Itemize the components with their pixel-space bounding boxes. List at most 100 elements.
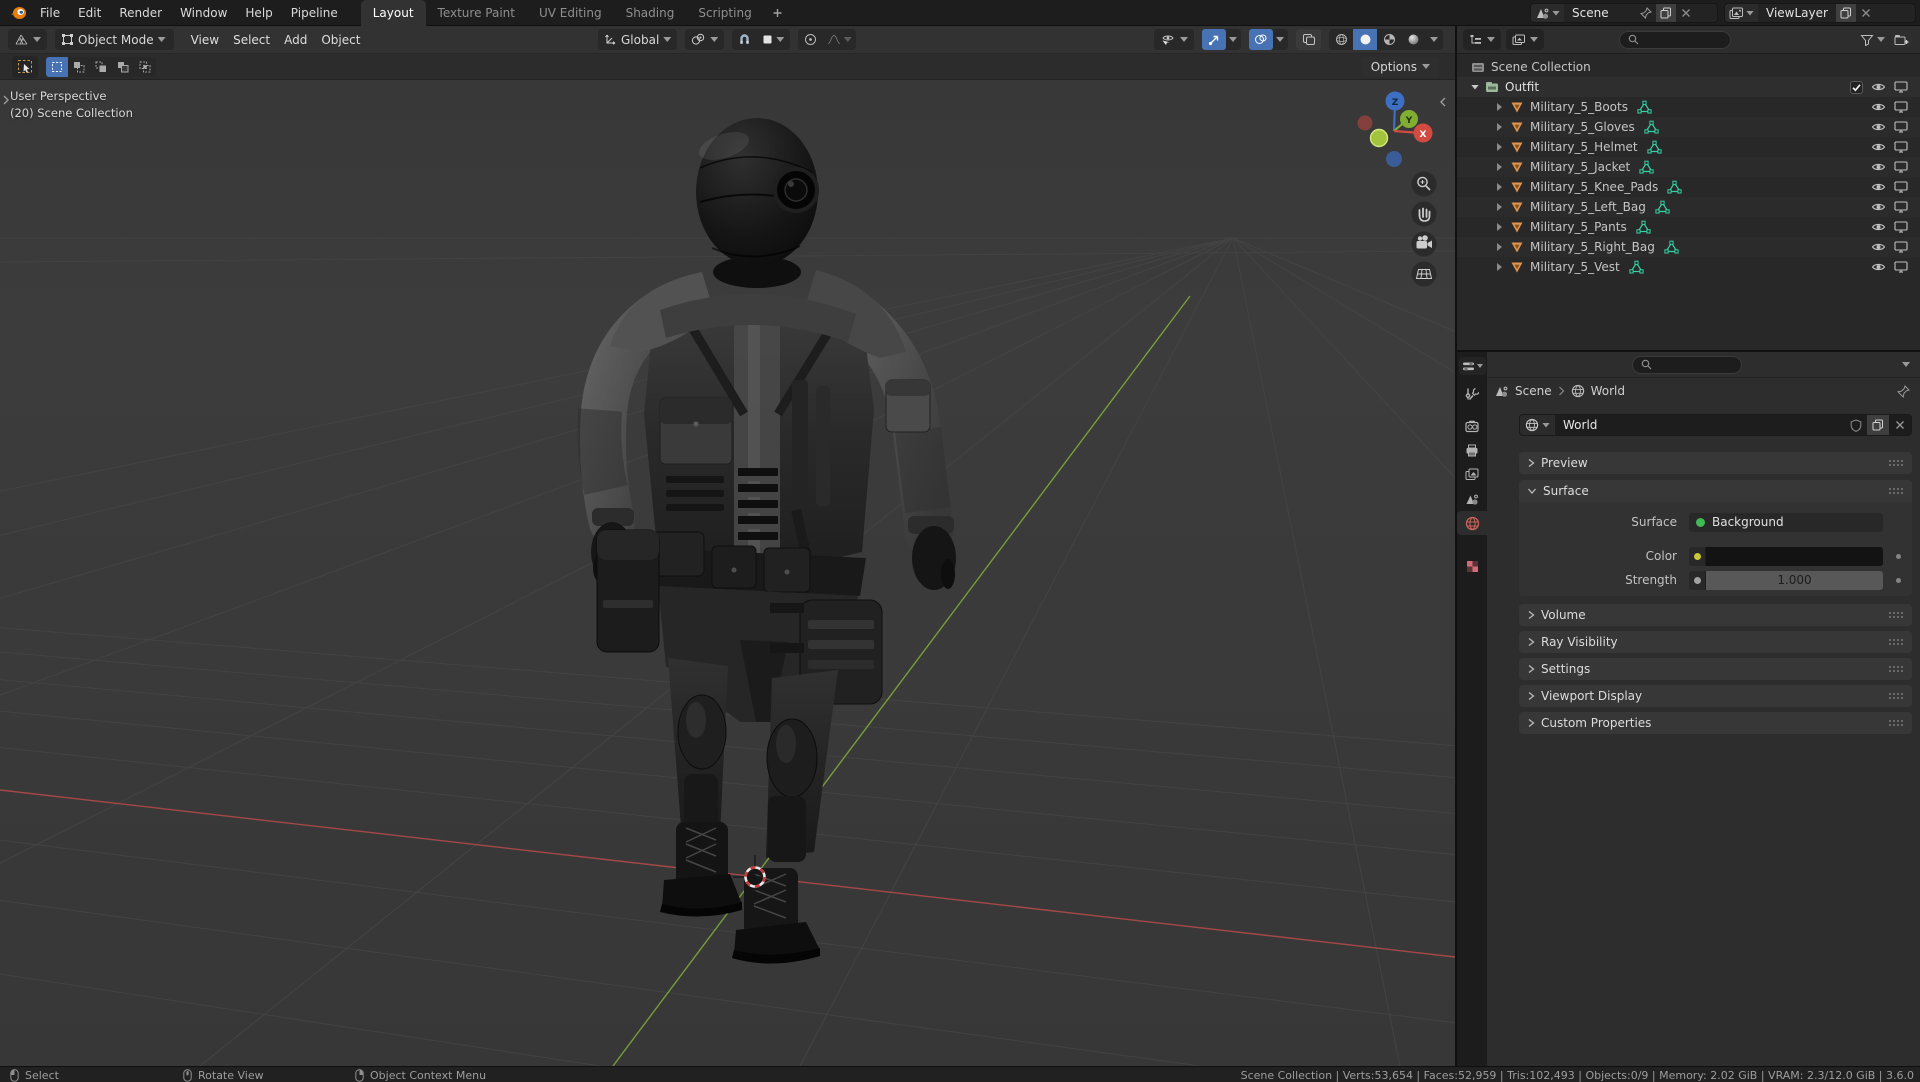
outliner-row-collection-outfit[interactable]: Outfit [1457, 77, 1920, 97]
gizmo-axis-negz-ball[interactable] [1386, 151, 1402, 167]
pin-id-button[interactable] [1897, 385, 1910, 398]
expand-arrow-icon[interactable] [1497, 223, 1502, 231]
tab-shading[interactable]: Shading [614, 0, 687, 26]
outliner-row-scene-collection[interactable]: Scene Collection [1457, 57, 1920, 77]
properties-search-input[interactable] [1632, 356, 1742, 374]
outliner-row-object[interactable]: Military_5_Boots [1457, 97, 1920, 117]
select-mode-subtract[interactable] [90, 57, 112, 77]
disable-viewport-icon[interactable] [1894, 121, 1908, 133]
disable-viewport-icon[interactable] [1894, 141, 1908, 153]
gizmo-axis-y-ball[interactable]: Y [1400, 110, 1418, 128]
panel-viewport-display[interactable]: Viewport Display [1519, 685, 1912, 707]
outliner-row-object[interactable]: Military_5_Left_Bag [1457, 197, 1920, 217]
browse-world-button[interactable] [1520, 415, 1555, 435]
disable-viewport-icon[interactable] [1894, 161, 1908, 173]
menu-render[interactable]: Render [110, 0, 171, 26]
tab-tool[interactable] [1457, 382, 1487, 406]
pin-icon[interactable] [1636, 4, 1656, 22]
new-world-button[interactable] [1867, 415, 1889, 435]
options-dropdown[interactable]: Options [1362, 57, 1439, 77]
blender-logo-icon[interactable] [10, 6, 27, 20]
panel-grip-icon[interactable] [1888, 665, 1904, 673]
add-workspace-button[interactable] [764, 0, 791, 26]
panel-preview[interactable]: Preview [1519, 452, 1912, 474]
expand-arrow-icon[interactable] [1497, 243, 1502, 251]
tab-scripting[interactable]: Scripting [686, 0, 763, 26]
hide-eye-icon[interactable] [1871, 201, 1886, 213]
toolbar-expand-arrow[interactable] [2, 94, 10, 106]
hide-eye-icon[interactable] [1871, 101, 1886, 113]
show-overlays-toggle[interactable] [1249, 29, 1273, 50]
select-mode-intersect[interactable] [134, 57, 156, 77]
select-mode-extend[interactable] [68, 57, 90, 77]
outliner-row-object[interactable]: Military_5_Vest [1457, 257, 1920, 277]
panel-settings[interactable]: Settings [1519, 658, 1912, 680]
outliner-display-mode-dropdown[interactable] [1506, 29, 1544, 50]
expand-arrow-icon[interactable] [1497, 203, 1502, 211]
hide-eye-icon[interactable] [1871, 181, 1886, 193]
snap-with-dropdown[interactable] [756, 29, 790, 50]
select-mode-set[interactable] [46, 57, 68, 77]
gizmo-axis-x-ball[interactable]: X [1414, 124, 1433, 143]
hide-eye-icon[interactable] [1871, 121, 1886, 133]
object-visibility-dropdown[interactable] [1154, 29, 1194, 50]
strength-slider[interactable]: 1.000 [1689, 571, 1883, 590]
fake-user-toggle[interactable] [1845, 415, 1867, 435]
outliner-editor-type-button[interactable] [1463, 29, 1501, 50]
panel-grip-icon[interactable] [1888, 611, 1904, 619]
expand-arrow-icon[interactable] [1497, 183, 1502, 191]
pan-view-button[interactable] [1412, 202, 1437, 227]
value-socket-icon[interactable] [1689, 571, 1706, 590]
viewlayer-name[interactable]: ViewLayer [1758, 6, 1836, 20]
disable-viewport-icon[interactable] [1894, 241, 1908, 253]
proportional-edit-toggle[interactable] [798, 29, 822, 50]
unlink-scene-button[interactable] [1676, 4, 1696, 22]
gizmo-axis-negy-ball[interactable] [1371, 130, 1388, 147]
disable-viewport-icon[interactable] [1894, 221, 1908, 233]
scene-name[interactable]: Scene [1564, 6, 1636, 20]
expand-arrow-icon[interactable] [1497, 103, 1502, 111]
menu-view[interactable]: View [184, 33, 226, 47]
disable-viewport-icon[interactable] [1894, 181, 1908, 193]
collapse-arrow-icon[interactable] [1471, 85, 1479, 90]
hide-eye-icon[interactable] [1871, 141, 1886, 153]
disable-viewport-icon[interactable] [1894, 101, 1908, 113]
breadcrumb-scene[interactable]: Scene [1515, 384, 1552, 398]
shading-dropdown[interactable] [1425, 29, 1443, 50]
menu-edit[interactable]: Edit [69, 0, 110, 26]
panel-custom-properties[interactable]: Custom Properties [1519, 712, 1912, 734]
outliner-row-object[interactable]: Military_5_Knee_Pads [1457, 177, 1920, 197]
remove-viewlayer-button[interactable] [1856, 4, 1876, 22]
hide-eye-icon[interactable] [1871, 241, 1886, 253]
tab-scene[interactable] [1457, 487, 1487, 511]
hide-eye-icon[interactable] [1871, 221, 1886, 233]
tab-world[interactable] [1457, 511, 1487, 535]
shading-wireframe-button[interactable] [1329, 29, 1353, 50]
checkbox-icon[interactable] [1850, 81, 1863, 94]
outliner-search-input[interactable] [1619, 31, 1731, 49]
gizmo-axis-z-ball[interactable]: Z [1386, 92, 1405, 111]
expand-arrow-icon[interactable] [1497, 263, 1502, 271]
menu-pipeline[interactable]: Pipeline [282, 0, 347, 26]
hide-eye-icon[interactable] [1871, 81, 1886, 93]
menu-window[interactable]: Window [171, 0, 236, 26]
mode-dropdown[interactable]: Object Mode [55, 29, 174, 50]
panel-grip-icon[interactable] [1888, 487, 1904, 495]
scene-browse-button[interactable] [1531, 4, 1564, 22]
properties-editor-type-button[interactable] [1459, 357, 1486, 375]
disable-viewport-icon[interactable] [1894, 201, 1908, 213]
outliner-row-object[interactable]: Military_5_Helmet [1457, 137, 1920, 157]
tab-uv-editing[interactable]: UV Editing [527, 0, 614, 26]
panel-grip-icon[interactable] [1888, 719, 1904, 727]
outliner-filter-dropdown[interactable] [1860, 34, 1885, 46]
new-viewlayer-button[interactable] [1836, 4, 1856, 22]
zoom-view-button[interactable] [1412, 172, 1437, 197]
expand-arrow-icon[interactable] [1497, 163, 1502, 171]
tab-render[interactable] [1457, 414, 1487, 438]
select-mode-invert[interactable] [112, 57, 134, 77]
tab-texture-paint[interactable]: Texture Paint [426, 0, 527, 26]
disable-viewport-icon[interactable] [1894, 81, 1908, 93]
orthographic-toggle-button[interactable] [1412, 262, 1437, 287]
active-tool-button[interactable] [12, 56, 38, 78]
menu-file[interactable]: File [31, 0, 69, 26]
